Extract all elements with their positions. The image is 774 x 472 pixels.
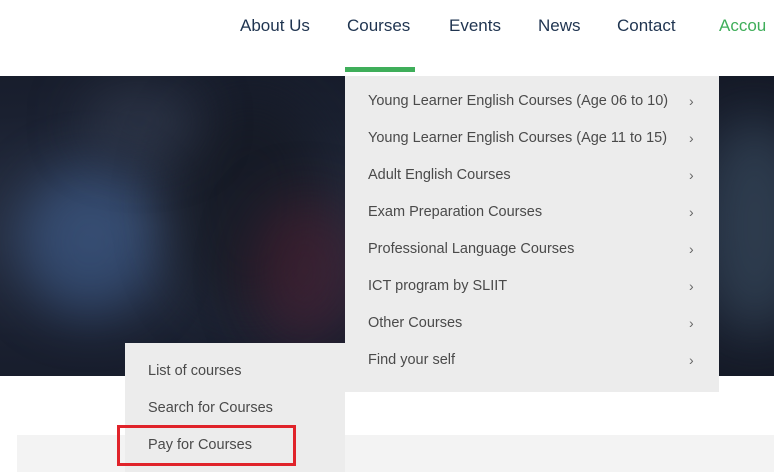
chevron-right-icon: › xyxy=(689,130,694,146)
menu-item-label: Professional Language Courses xyxy=(368,241,575,257)
chevron-right-icon: › xyxy=(689,204,694,220)
menu-item-adult-english[interactable]: Adult English Courses › xyxy=(345,158,719,195)
menu-item-other-courses[interactable]: Other Courses › xyxy=(345,306,719,343)
menu-item-label: Exam Preparation Courses xyxy=(368,204,543,220)
menu-item-young-learner-6-10[interactable]: Young Learner English Courses (Age 06 to… xyxy=(345,84,719,121)
chevron-right-icon: › xyxy=(689,93,694,109)
menu-item-exam-preparation[interactable]: Exam Preparation Courses › xyxy=(345,195,719,232)
courses-dropdown-menu: Young Learner English Courses (Age 06 to… xyxy=(345,76,719,392)
chevron-right-icon: › xyxy=(689,352,694,368)
submenu-item-list-of-courses[interactable]: List of courses xyxy=(125,354,345,391)
menu-item-label: Adult English Courses xyxy=(368,167,511,183)
chevron-right-icon: › xyxy=(689,167,694,183)
nav-news[interactable]: News xyxy=(538,16,581,36)
submenu-item-label: List of courses xyxy=(148,363,242,379)
nav-active-indicator xyxy=(345,67,415,72)
menu-item-label: Find your self xyxy=(368,352,456,368)
menu-item-ict-program[interactable]: ICT program by SLIIT › xyxy=(345,269,719,306)
nav-events[interactable]: Events xyxy=(449,16,501,36)
hero-blur-shape xyxy=(250,196,360,346)
chevron-right-icon: › xyxy=(689,278,694,294)
menu-item-young-learner-11-15[interactable]: Young Learner English Courses (Age 11 to… xyxy=(345,121,719,158)
menu-item-label: ICT program by SLIIT xyxy=(368,278,508,294)
top-navigation: About Us Courses Events News Contact Acc… xyxy=(0,0,774,76)
menu-item-label: Young Learner English Courses (Age 11 to… xyxy=(368,130,668,146)
menu-item-label: Young Learner English Courses (Age 06 to… xyxy=(368,93,669,109)
menu-item-label: Other Courses xyxy=(368,315,463,331)
submenu-item-search-for-courses[interactable]: Search for Courses xyxy=(125,391,345,428)
highlight-annotation-box xyxy=(117,425,296,466)
menu-item-professional-language[interactable]: Professional Language Courses › xyxy=(345,232,719,269)
menu-item-find-your-self[interactable]: Find your self › xyxy=(345,343,719,380)
nav-account[interactable]: Accou xyxy=(719,16,766,36)
chevron-right-icon: › xyxy=(689,315,694,331)
nav-courses[interactable]: Courses xyxy=(347,16,410,36)
nav-about-us[interactable]: About Us xyxy=(240,16,310,36)
chevron-right-icon: › xyxy=(689,241,694,257)
hero-blur-shape xyxy=(80,86,200,156)
hero-blur-shape xyxy=(20,166,160,316)
nav-contact[interactable]: Contact xyxy=(617,16,676,36)
submenu-item-label: Search for Courses xyxy=(148,400,273,416)
